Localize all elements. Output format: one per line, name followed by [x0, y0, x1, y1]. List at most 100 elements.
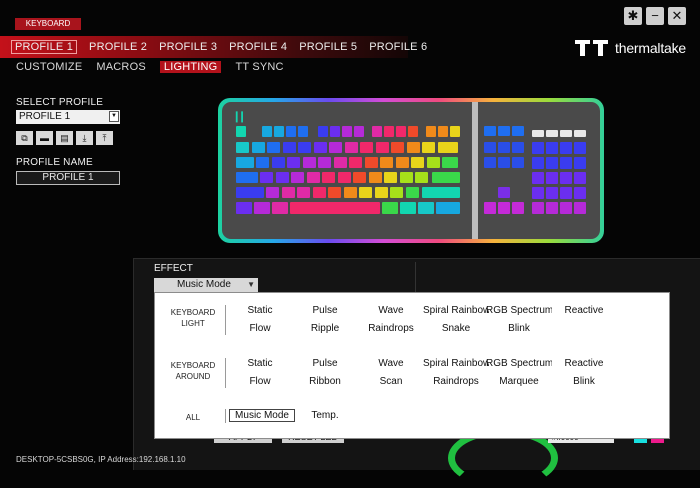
key	[298, 126, 308, 137]
effect-option-flow[interactable]: Flow	[227, 323, 293, 334]
tab-profile-6[interactable]: PROFILE 6	[369, 41, 427, 53]
effect-option-rgb-spectrum[interactable]: RGB Spectrum	[486, 358, 552, 369]
group-label-line: LIGHT	[181, 319, 205, 328]
group-label-line: KEYBOARD	[170, 308, 216, 317]
effect-option-marquee[interactable]: Marquee	[486, 376, 552, 387]
effect-option-static[interactable]: Static	[227, 358, 293, 369]
effect-option-snake[interactable]: Snake	[423, 323, 489, 334]
paste-profile-button[interactable]: ▤	[56, 131, 73, 145]
key	[574, 157, 586, 169]
key	[337, 172, 351, 183]
effect-option-spiral-rainbow[interactable]: Spiral Rainbow	[423, 358, 489, 369]
effect-option-flow[interactable]: Flow	[227, 376, 293, 387]
key	[272, 202, 288, 214]
trash-icon: ▬	[40, 133, 49, 143]
key	[484, 202, 496, 214]
export-profile-button[interactable]: ⤒	[96, 131, 113, 145]
window-controls: ✱ − ✕	[624, 7, 686, 25]
key	[498, 157, 510, 168]
key	[512, 142, 524, 153]
key	[532, 187, 544, 199]
key	[532, 142, 544, 154]
select-profile-value: PROFILE 1	[19, 111, 71, 122]
key	[432, 172, 460, 183]
group-label-line: AROUND	[175, 372, 211, 381]
key	[546, 142, 558, 154]
key	[574, 142, 586, 154]
key	[574, 172, 586, 184]
key	[546, 157, 558, 169]
effect-option-raindrops[interactable]: Raindrops	[358, 323, 424, 334]
effect-option-spiral-rainbow[interactable]: Spiral Rainbow	[423, 305, 489, 316]
effect-option-blink[interactable]: Blink	[486, 323, 552, 334]
tab-profile-3[interactable]: PROFILE 3	[159, 41, 217, 53]
group-divider	[225, 305, 226, 335]
key	[236, 172, 258, 183]
key	[574, 187, 586, 199]
effect-option-pulse[interactable]: Pulse	[292, 358, 358, 369]
delete-profile-button[interactable]: ▬	[36, 131, 53, 145]
nav-lighting[interactable]: LIGHTING	[159, 61, 222, 73]
tools-icon: ✱	[627, 8, 639, 23]
effect-title: EFFECT	[154, 263, 193, 274]
key	[382, 202, 398, 214]
key	[450, 126, 460, 137]
select-profile-dropdown[interactable]: PROFILE 1 ▼	[16, 110, 120, 124]
effect-option-wave[interactable]: Wave	[358, 305, 424, 316]
minimize-button[interactable]: −	[646, 7, 664, 25]
key	[395, 157, 409, 168]
copy-profile-button[interactable]: ⧉	[16, 131, 33, 145]
effect-dropdown[interactable]: Music Mode ▼	[154, 278, 258, 292]
key	[302, 157, 316, 168]
keyboard-device-tab[interactable]: KEYBOARD	[15, 18, 81, 30]
tab-profile-1[interactable]: PROFILE 1	[11, 40, 78, 54]
effect-panel-divider	[415, 262, 416, 294]
key	[399, 172, 413, 183]
group-label-line: KEYBOARD	[170, 361, 216, 370]
effect-option-scan[interactable]: Scan	[358, 376, 424, 387]
nav-macros[interactable]: MACROS	[96, 61, 145, 73]
effect-option-raindrops[interactable]: Raindrops	[423, 376, 489, 387]
effect-option-ribbon[interactable]: Ribbon	[292, 376, 358, 387]
key	[484, 126, 496, 136]
export-icon: ⤒	[102, 133, 107, 143]
effect-option-temp[interactable]: Temp.	[292, 410, 358, 421]
profile-name-field[interactable]: PROFILE 1	[16, 171, 120, 185]
effect-option-music-mode[interactable]: Music Mode	[229, 409, 295, 422]
key	[329, 142, 342, 153]
chevron-down-icon: ▼	[109, 111, 119, 122]
nav-tt-sync[interactable]: TT SYNC	[235, 61, 283, 73]
key	[546, 187, 558, 199]
key	[342, 126, 352, 137]
key	[344, 142, 358, 153]
group-label-keyboard-around: KEYBOARD AROUND	[161, 360, 225, 382]
import-profile-button[interactable]: ⤓	[76, 131, 93, 145]
effect-option-blink[interactable]: Blink	[551, 376, 617, 387]
tab-profile-5[interactable]: PROFILE 5	[299, 41, 357, 53]
key	[287, 157, 300, 168]
effect-option-pulse[interactable]: Pulse	[292, 305, 358, 316]
key	[437, 142, 458, 153]
key	[396, 126, 406, 137]
effect-option-rgb-spectrum[interactable]: RGB Spectrum	[486, 305, 552, 316]
effect-option-ripple[interactable]: Ripple	[292, 323, 358, 334]
key	[498, 202, 510, 214]
effect-option-wave[interactable]: Wave	[358, 358, 424, 369]
key	[406, 142, 420, 153]
status-bar: DESKTOP-5CSBS0G, IP Address:192.168.1.10	[16, 455, 186, 464]
effect-option-static[interactable]: Static	[227, 305, 293, 316]
close-button[interactable]: ✕	[668, 7, 686, 25]
key	[359, 187, 372, 198]
effect-option-reactive[interactable]: Reactive	[551, 358, 617, 369]
key	[349, 157, 362, 168]
tab-profile-4[interactable]: PROFILE 4	[229, 41, 287, 53]
nav-customize[interactable]: CUSTOMIZE	[16, 61, 82, 73]
keyboard-logo-icon: ┃┃	[234, 112, 245, 122]
effect-option-reactive[interactable]: Reactive	[551, 305, 617, 316]
key	[532, 202, 544, 214]
paste-icon: ▤	[60, 133, 69, 143]
key	[411, 157, 424, 168]
settings-tools-button[interactable]: ✱	[624, 7, 642, 25]
select-profile-label: SELECT PROFILE	[16, 97, 104, 108]
tab-profile-2[interactable]: PROFILE 2	[89, 41, 147, 53]
